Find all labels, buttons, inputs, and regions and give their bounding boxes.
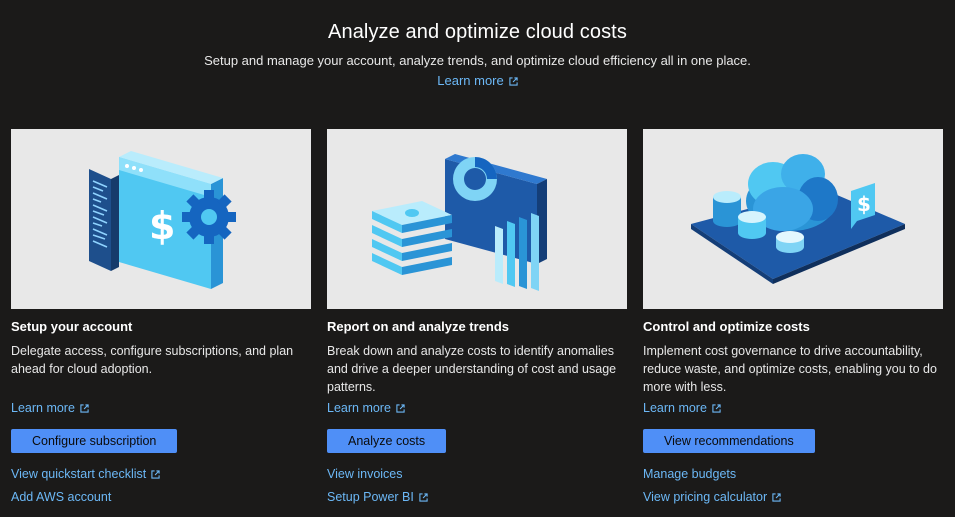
link-label: View pricing calculator xyxy=(643,490,768,504)
svg-text:$: $ xyxy=(149,204,175,248)
view-pricing-calculator-link[interactable]: View pricing calculator xyxy=(643,490,781,504)
view-recommendations-button[interactable]: View recommendations xyxy=(643,429,815,453)
card-learn-more-label: Learn more xyxy=(11,401,75,415)
hero-learn-more-link[interactable]: Learn more xyxy=(437,73,518,88)
card-control-optimize: $ Control and optimize costs Implement c… xyxy=(643,129,943,504)
external-link-icon xyxy=(419,493,428,502)
card-title: Control and optimize costs xyxy=(643,319,810,334)
manage-budgets-link[interactable]: Manage budgets xyxy=(643,467,736,481)
card-description: Implement cost governance to drive accou… xyxy=(643,344,937,394)
hero-learn-more-label: Learn more xyxy=(437,73,504,88)
external-link-icon xyxy=(712,404,721,413)
card-title: Setup your account xyxy=(11,319,133,334)
page-title: Analyze and optimize cloud costs xyxy=(328,21,627,43)
setup-power-bi-link[interactable]: Setup Power BI xyxy=(327,490,428,504)
view-quickstart-checklist-link[interactable]: View quickstart checklist xyxy=(11,467,160,481)
external-link-icon xyxy=(151,470,160,479)
card-learn-more-link[interactable]: Learn more xyxy=(643,401,721,415)
svg-text:$: $ xyxy=(857,192,871,216)
link-label: View quickstart checklist xyxy=(11,467,147,481)
account-setup-illustration: $ xyxy=(11,129,311,309)
card-learn-more-label: Learn more xyxy=(643,401,707,415)
card-title: Report on and analyze trends xyxy=(327,319,510,334)
trends-report-illustration xyxy=(327,129,627,309)
card-description: Delegate access, configure subscriptions… xyxy=(11,344,294,376)
add-aws-account-link[interactable]: Add AWS account xyxy=(11,490,111,504)
external-link-icon xyxy=(772,493,781,502)
external-link-icon xyxy=(80,404,89,413)
configure-subscription-button[interactable]: Configure subscription xyxy=(11,429,178,453)
card-description: Break down and analyze costs to identify… xyxy=(327,344,617,394)
page-subtitle: Setup and manage your account, analyze t… xyxy=(204,53,751,68)
view-invoices-link[interactable]: View invoices xyxy=(327,467,403,481)
link-label: Setup Power BI xyxy=(327,490,414,504)
analyze-costs-button[interactable]: Analyze costs xyxy=(327,429,447,453)
external-link-icon xyxy=(396,404,405,413)
external-link-icon xyxy=(509,77,518,86)
card-report-trends: Report on and analyze trends Break down … xyxy=(327,129,627,504)
card-learn-more-link[interactable]: Learn more xyxy=(11,401,89,415)
card-setup-account: $ Setup your account Delegate access, co… xyxy=(11,129,311,504)
card-learn-more-label: Learn more xyxy=(327,401,391,415)
cost-optimization-illustration: $ xyxy=(643,129,943,309)
card-learn-more-link[interactable]: Learn more xyxy=(327,401,405,415)
